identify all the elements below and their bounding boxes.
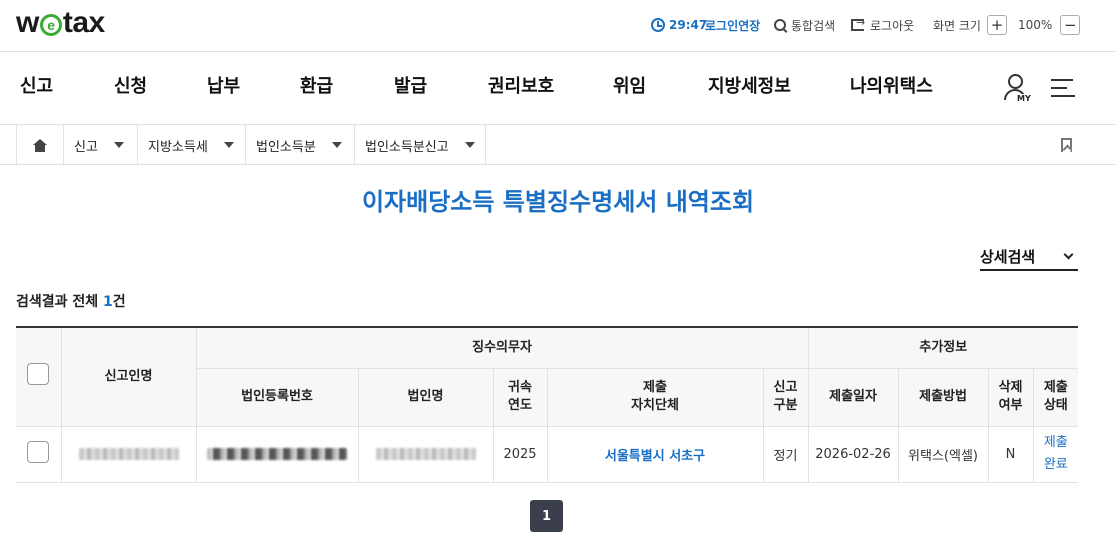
home-icon (33, 138, 47, 152)
redacted-text (207, 448, 347, 460)
extend-login-button[interactable]: 로그인연장 (697, 14, 760, 36)
redacted-text (78, 448, 179, 460)
chevron-down-icon (223, 142, 234, 148)
reporter-name-redacted (60, 425, 197, 483)
chevron-down-icon (331, 142, 342, 148)
header-attribution-year: 귀속 연도 (492, 367, 548, 427)
result-count: 검색결과 전체 1건 (16, 291, 126, 311)
logout-label: 로그아웃 (870, 18, 915, 33)
zoom-control: 화면 크기 + 100% − (933, 14, 1081, 36)
report-type: 정기 (762, 425, 809, 483)
header-reporter-name: 신고인명 (60, 326, 197, 427)
header-submit-status: 제출 상태 (1032, 367, 1079, 427)
result-count-number: 1 (103, 294, 113, 310)
zoom-out-button[interactable]: − (1060, 15, 1081, 35)
result-count-prefix: 검색결과 전체 (16, 294, 104, 310)
my-icon-head (1008, 74, 1023, 89)
zoom-value: 100% (1017, 18, 1053, 32)
chevron-down-icon (113, 142, 124, 148)
results-table: 신고인명 징수의무자 추가정보 법인등록번호 법인명 귀속 연도 제출 자치단체 신… (16, 326, 1079, 483)
header-submit-government: 제출 자치단체 (546, 367, 764, 427)
submit-government-label[interactable]: 서울특별시 서초구 (605, 449, 705, 464)
integrated-search-label: 통합검색 (791, 18, 836, 33)
submit-method: 위택스(엑셀) (897, 425, 989, 483)
chevron-down-icon (464, 142, 475, 148)
clock-icon (651, 18, 665, 32)
search-icon (774, 19, 786, 31)
corp-name-redacted (357, 425, 494, 483)
breadcrumb-label: 법인소득분신고 (365, 139, 449, 155)
table-row: 2025 서울특별시 서초구 정기 2026-02-26 위택스(엑셀) N 제… (16, 425, 1079, 483)
redacted-text (375, 448, 476, 460)
row-checkbox[interactable] (27, 441, 50, 463)
my-icon-label: MY (1016, 94, 1032, 103)
detail-search-toggle[interactable]: 상세검색 (980, 244, 1078, 271)
nav-item-delegation[interactable]: 위임 (613, 76, 646, 98)
logo-e-circle: e (39, 14, 62, 36)
hamburger-menu-icon[interactable] (1051, 79, 1075, 97)
header-extra-info-group: 추가정보 (807, 326, 1079, 369)
result-count-suffix: 건 (112, 294, 126, 310)
detail-search-label: 상세검색 (980, 248, 1036, 266)
breadcrumb: 신고 지방소득세 법인소득분 법인소득분신고 (0, 125, 1116, 165)
logout-icon (851, 16, 865, 31)
nav-item-issue[interactable]: 발급 (394, 76, 427, 98)
submit-date: 2026-02-26 (807, 425, 899, 483)
nav-item-pay[interactable]: 납부 (207, 76, 240, 98)
breadcrumb-item-corporate-income-report[interactable]: 법인소득분신고 (355, 125, 486, 165)
top-bar: wetax 29:47 로그인연장 통합검색 로그아웃 화면 크기 + 100%… (0, 0, 1116, 52)
breadcrumb-item-local-income-tax[interactable]: 지방소득세 (138, 125, 246, 165)
header-corp-name: 법인명 (357, 367, 494, 427)
select-all-checkbox[interactable] (27, 362, 50, 385)
nav-item-apply[interactable]: 신청 (114, 76, 147, 98)
corp-reg-no-redacted (195, 425, 359, 483)
submit-status-line1: 제출 (1043, 435, 1068, 450)
bookmark-icon[interactable] (1061, 138, 1072, 152)
attribution-year: 2025 (492, 425, 548, 483)
page-title: 이자배당소득 특별징수명세서 내역조회 (361, 188, 755, 216)
row-select-cell (16, 425, 62, 483)
submit-status-line2: 완료 (1043, 457, 1068, 472)
nav-item-report[interactable]: 신고 (20, 76, 53, 98)
deleted-flag: N (987, 425, 1034, 483)
submit-government-link[interactable]: 서울특별시 서초구 (546, 425, 764, 483)
header-report-type: 신고 구분 (762, 367, 809, 427)
my-page-icon[interactable]: MY (1002, 74, 1032, 104)
header-withholding-group: 징수의무자 (195, 326, 809, 369)
wetax-logo[interactable]: w e tax (16, 6, 105, 40)
breadcrumb-item-report[interactable]: 신고 (64, 125, 138, 165)
integrated-search-button[interactable]: 통합검색 (774, 14, 835, 36)
chevron-down-icon (1063, 249, 1074, 259)
nav-item-refund[interactable]: 환급 (300, 76, 333, 98)
breadcrumb-label: 지방소득세 (148, 139, 208, 155)
breadcrumb-home[interactable] (16, 125, 64, 165)
breadcrumb-item-corporate-income[interactable]: 법인소득분 (246, 125, 355, 165)
main-navigation: 신고 신청 납부 환급 발급 권리보호 위임 지방세정보 나의위택스 MY (0, 52, 1116, 125)
submit-status[interactable]: 제출완료 (1032, 425, 1079, 483)
logout-button[interactable]: 로그아웃 (851, 14, 914, 36)
header-corp-reg-no: 법인등록번호 (196, 367, 359, 427)
zoom-label: 화면 크기 (933, 18, 981, 33)
zoom-in-button[interactable]: + (986, 15, 1007, 35)
select-all-cell (16, 326, 62, 427)
logo-letters: tax (62, 6, 105, 39)
header-submit-method: 제출방법 (897, 367, 989, 427)
breadcrumb-label: 신고 (74, 139, 98, 155)
nav-item-my-wetax[interactable]: 나의위택스 (850, 76, 933, 98)
breadcrumb-label: 법인소득분 (256, 139, 316, 155)
nav-item-local-tax-info[interactable]: 지방세정보 (708, 76, 791, 98)
pagination-page-1[interactable]: 1 (530, 500, 563, 532)
header-submit-date: 제출일자 (807, 367, 899, 427)
extend-login-label: 로그인연장 (705, 18, 761, 33)
logo-letter: w (16, 6, 39, 39)
header-deleted: 삭제 여부 (987, 367, 1034, 427)
nav-item-rights[interactable]: 권리보호 (488, 76, 554, 98)
